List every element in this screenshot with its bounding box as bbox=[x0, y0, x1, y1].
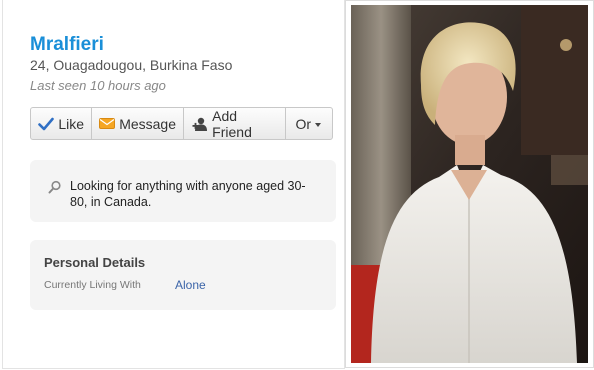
living-with-value: Alone bbox=[175, 278, 206, 292]
personal-details-panel: Personal Details Currently Living With A… bbox=[30, 240, 336, 310]
envelope-icon bbox=[99, 116, 116, 132]
profile-card: Mralfieri 24, Ouagadougou, Burkina Faso … bbox=[2, 0, 345, 369]
message-button[interactable]: Message bbox=[92, 108, 184, 139]
profile-name[interactable]: Mralfieri bbox=[30, 34, 104, 56]
add-user-icon bbox=[191, 116, 208, 132]
personal-details-heading: Personal Details bbox=[44, 255, 146, 270]
add-friend-button[interactable]: Add Friend bbox=[184, 107, 286, 140]
chevron-down-icon bbox=[315, 122, 322, 127]
profile-photo-frame bbox=[345, 0, 594, 368]
action-button-group: Like Message Add Friend Or bbox=[30, 107, 333, 140]
checkmark-icon bbox=[38, 116, 54, 132]
profile-photo[interactable] bbox=[351, 5, 588, 363]
looking-for-text: Looking for anything with anyone aged 30… bbox=[70, 179, 306, 209]
looking-for-panel: Looking for anything with anyone aged 30… bbox=[30, 160, 336, 222]
like-button[interactable]: Like bbox=[31, 108, 92, 139]
living-with-label: Currently Living With bbox=[44, 279, 141, 291]
profile-location: 24, Ouagadougou, Burkina Faso bbox=[30, 57, 233, 73]
like-label: Like bbox=[58, 115, 84, 132]
search-icon bbox=[48, 180, 62, 194]
last-seen: Last seen 10 hours ago bbox=[30, 78, 166, 93]
more-options-label: Or bbox=[295, 115, 312, 132]
message-label: Message bbox=[119, 115, 176, 132]
add-friend-label: Add Friend bbox=[212, 107, 252, 140]
more-options-dropdown[interactable]: Or bbox=[286, 108, 332, 139]
